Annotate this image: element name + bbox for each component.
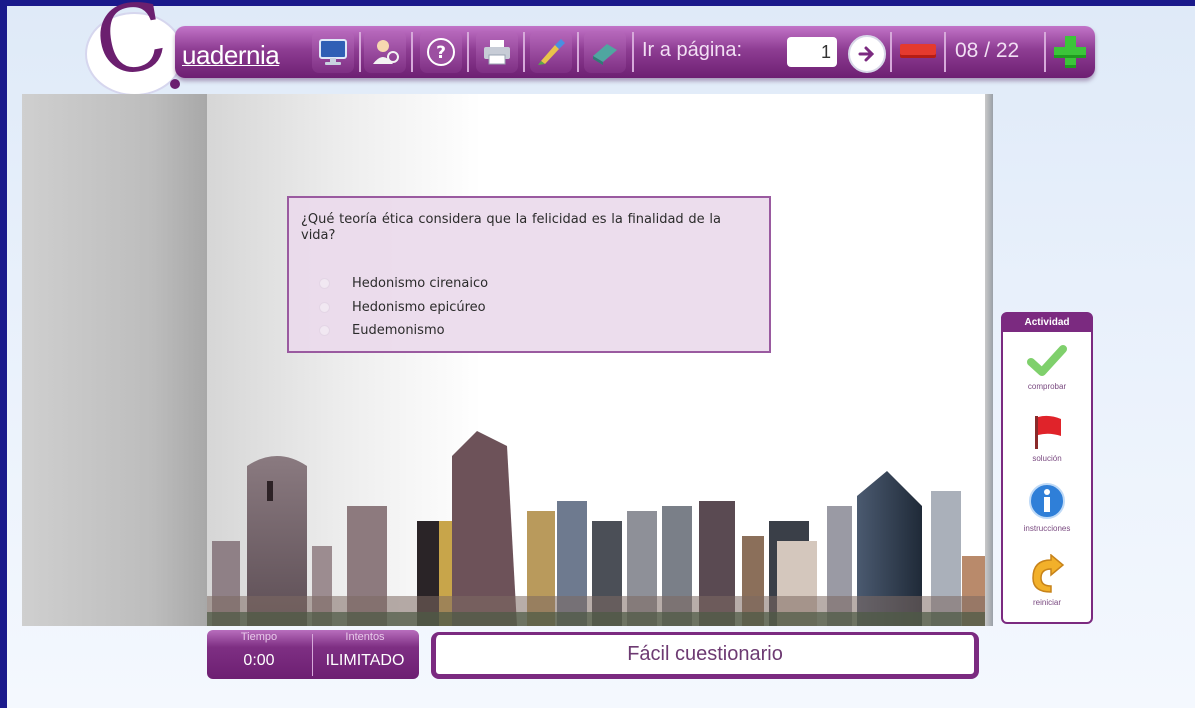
- eraser-icon: [593, 44, 617, 65]
- page-number-input[interactable]: [787, 37, 837, 67]
- eraser-button[interactable]: [584, 31, 626, 73]
- answer-option[interactable]: Eudemonismo: [319, 323, 445, 338]
- user-search-button[interactable]: [364, 31, 406, 73]
- check-label: comprobar: [1027, 382, 1067, 391]
- check-button[interactable]: comprobar: [1003, 344, 1091, 391]
- solution-label: solución: [1032, 454, 1062, 463]
- toolbar-separator: [1044, 32, 1046, 72]
- instructions-label: instrucciones: [1023, 524, 1071, 533]
- logo-dot: [170, 79, 180, 89]
- go-page-button[interactable]: [848, 35, 886, 73]
- svg-text:?: ?: [436, 43, 446, 63]
- toolbar-separator: [467, 32, 469, 72]
- page-canvas: [207, 94, 990, 626]
- restart-icon: [1032, 553, 1065, 593]
- user-search-icon: [373, 40, 399, 64]
- question-card: ¿Qué teoría ética considera que la felic…: [287, 196, 771, 353]
- option-label: Hedonismo cirenaico: [352, 276, 489, 291]
- check-icon: [1027, 345, 1067, 376]
- help-icon: ?: [427, 38, 455, 66]
- option-label: Eudemonismo: [352, 323, 445, 338]
- toolbar-separator: [632, 32, 634, 72]
- monitor-button[interactable]: [312, 31, 354, 73]
- toolbar-separator: [890, 32, 892, 72]
- brand-name: uadernia: [182, 40, 280, 70]
- flag-icon: [1035, 415, 1061, 449]
- restart-label: reiniciar: [1032, 598, 1061, 607]
- info-icon: [1029, 483, 1065, 519]
- status-panel: Tiempo 0:00 Intentos ILIMITADO: [207, 630, 419, 679]
- toolbar-separator: [359, 32, 361, 72]
- option-radio[interactable]: [319, 278, 330, 289]
- answer-option[interactable]: Hedonismo cirenaico: [319, 276, 488, 291]
- brush-button[interactable]: [530, 31, 572, 73]
- goto-page-label: Ir a página:: [642, 39, 743, 61]
- page-right-edge: [985, 94, 993, 626]
- instructions-button[interactable]: instrucciones: [1003, 482, 1091, 533]
- toolbar-separator: [523, 32, 525, 72]
- question-text: ¿Qué teoría ética considera que la felic…: [301, 212, 721, 243]
- brush-icon: [538, 39, 565, 65]
- logo-c-letter: C: [87, 0, 176, 99]
- time-display: Tiempo 0:00: [207, 630, 311, 679]
- activity-panel-title: Actividad: [1003, 314, 1091, 332]
- next-page-button[interactable]: [1052, 34, 1088, 70]
- page-left-shadow: [22, 94, 207, 626]
- activity-panel: Actividad comprobar solución instruccion…: [1001, 312, 1093, 624]
- help-button[interactable]: ?: [420, 31, 462, 73]
- time-value: 0:00: [243, 652, 275, 669]
- activity-title-bar: Fácil cuestionario: [431, 632, 979, 679]
- restart-button[interactable]: reiniciar: [1003, 553, 1091, 607]
- activity-title: Fácil cuestionario: [627, 643, 783, 665]
- solution-button[interactable]: solución: [1003, 414, 1091, 463]
- attempts-display: Intentos ILIMITADO: [313, 630, 417, 679]
- arrow-right-icon: [858, 46, 875, 62]
- printer-icon: [484, 40, 510, 65]
- time-label: Tiempo: [240, 631, 278, 643]
- option-label: Hedonismo epicúreo: [352, 300, 486, 315]
- attempts-label: Intentos: [345, 631, 385, 643]
- previous-page-button[interactable]: [900, 44, 936, 58]
- toolbar-separator: [577, 32, 579, 72]
- city-skyline-image: [207, 431, 990, 626]
- toolbar-separator: [411, 32, 413, 72]
- monitor-icon: [319, 39, 347, 65]
- page-counter: 08 / 22: [955, 39, 1020, 62]
- toolbar-separator: [944, 32, 946, 72]
- print-button[interactable]: [476, 31, 518, 73]
- option-radio[interactable]: [319, 325, 330, 336]
- option-radio[interactable]: [319, 302, 330, 313]
- answer-option[interactable]: Hedonismo epicúreo: [319, 300, 486, 315]
- attempts-value: ILIMITADO: [325, 652, 405, 669]
